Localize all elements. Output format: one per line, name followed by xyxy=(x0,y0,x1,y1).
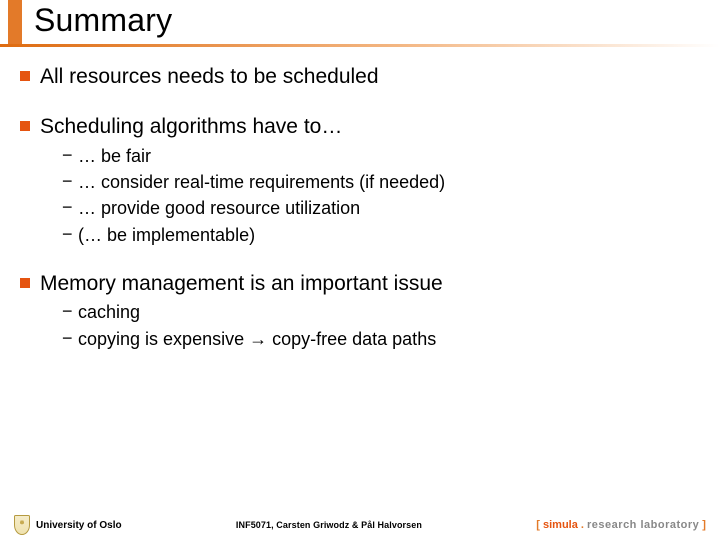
bracket-open: [ xyxy=(536,519,543,531)
simula-rest: research laboratory xyxy=(587,519,699,531)
title-underline xyxy=(0,44,720,47)
bullet-level2: − caching xyxy=(62,301,700,324)
accent-bar xyxy=(8,0,22,44)
sub-bullet-text: … provide good resource utilization xyxy=(78,197,360,220)
bullet-text: All resources needs to be scheduled xyxy=(40,64,379,90)
bullet-level1: Scheduling algorithms have to… xyxy=(20,114,700,140)
sub-bullets: − caching − copying is expensive → copy-… xyxy=(62,301,700,351)
slide-footer: University of Oslo INF5071, Carsten Griw… xyxy=(0,498,720,540)
simula-word: simula xyxy=(543,519,578,531)
square-bullet-icon xyxy=(20,278,30,288)
bullet-level2: − … be fair xyxy=(62,145,700,168)
sub-bullets: − … be fair − … consider real-time requi… xyxy=(62,145,700,248)
university-crest-icon xyxy=(14,515,30,535)
bullet-level1: Memory management is an important issue xyxy=(20,271,700,297)
bullet-text: Scheduling algorithms have to… xyxy=(40,114,342,140)
dash-bullet-icon: − xyxy=(62,171,78,192)
sub-bullet-text: … consider real-time requirements (if ne… xyxy=(78,171,445,194)
footer-center: INF5071, Carsten Griwodz & Pål Halvorsen xyxy=(236,520,422,530)
square-bullet-icon xyxy=(20,71,30,81)
dash-bullet-icon: − xyxy=(62,224,78,245)
sub-bullet-text: copying is expensive → copy-free data pa… xyxy=(78,328,436,351)
bullet-block: Memory management is an important issue … xyxy=(20,271,700,351)
bullet-level2: − … consider real-time requirements (if … xyxy=(62,171,700,194)
bullet-level2: − … provide good resource utilization xyxy=(62,197,700,220)
sub-bullet-text: caching xyxy=(78,301,140,324)
dash-bullet-icon: − xyxy=(62,328,78,349)
sub-bullet-text: (… be implementable) xyxy=(78,224,255,247)
bullet-block: All resources needs to be scheduled xyxy=(20,64,700,90)
square-bullet-icon xyxy=(20,121,30,131)
bullet-level2: − (… be implementable) xyxy=(62,224,700,247)
dash-bullet-icon: − xyxy=(62,145,78,166)
slide-body: All resources needs to be scheduled Sche… xyxy=(0,60,720,498)
dash-bullet-icon: − xyxy=(62,197,78,218)
bullet-level1: All resources needs to be scheduled xyxy=(20,64,700,90)
slide-title: Summary xyxy=(34,2,172,39)
bullet-block: Scheduling algorithms have to… − … be fa… xyxy=(20,114,700,247)
simula-dot: . xyxy=(578,519,587,531)
sub-bullet-text: … be fair xyxy=(78,145,151,168)
footer-university: University of Oslo xyxy=(36,520,122,531)
bullet-level2: − copying is expensive → copy-free data … xyxy=(62,328,700,351)
footer-right: [ simula . research laboratory ] xyxy=(536,519,706,531)
footer-left: University of Oslo xyxy=(14,515,122,535)
bullet-text: Memory management is an important issue xyxy=(40,271,443,297)
bracket-close: ] xyxy=(699,519,706,531)
dash-bullet-icon: − xyxy=(62,301,78,322)
